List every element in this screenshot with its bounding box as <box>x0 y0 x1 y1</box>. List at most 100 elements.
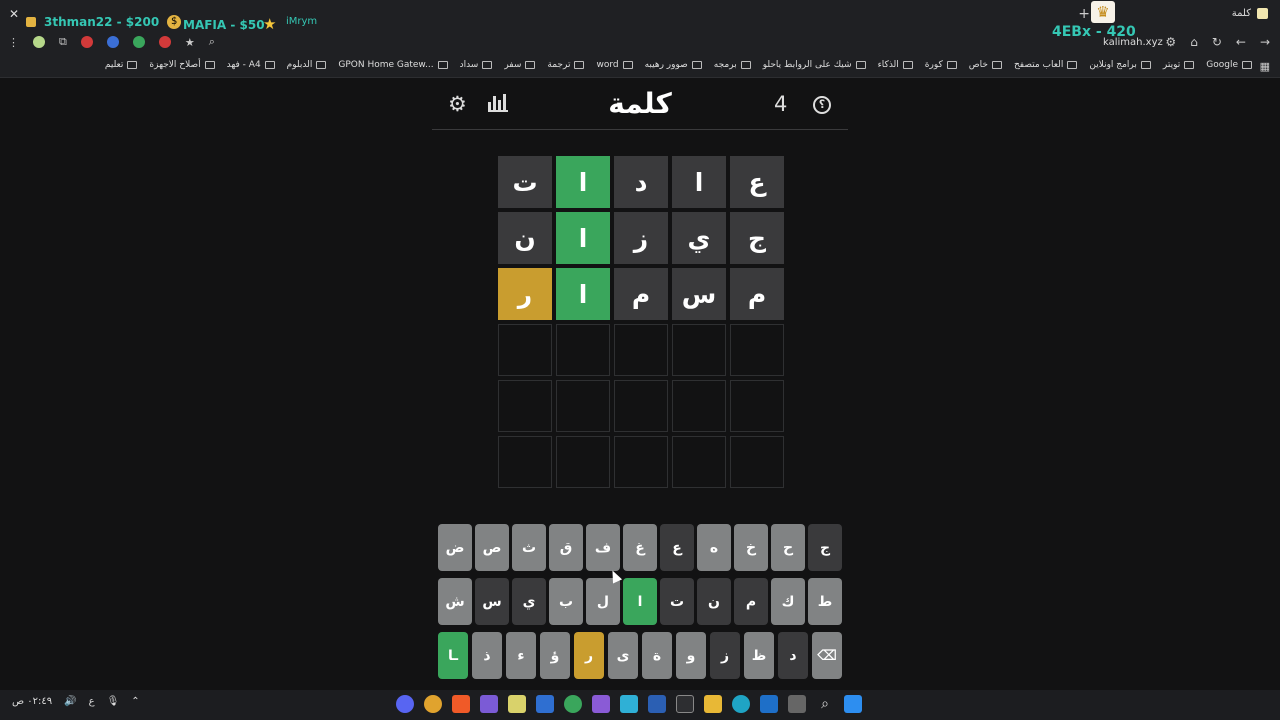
keyboard-key[interactable]: ى <box>608 632 638 679</box>
new-tab-icon[interactable]: + <box>1078 6 1090 22</box>
bookmark-item[interactable]: فهد - A4 <box>227 60 275 70</box>
store-app-icon[interactable] <box>536 695 554 713</box>
keyboard-key[interactable]: ذ <box>472 632 502 679</box>
bookmark-item[interactable]: برمجه <box>714 60 751 70</box>
mic-icon[interactable]: 🎙 <box>107 696 120 707</box>
keyboard-key[interactable]: ء <box>506 632 536 679</box>
keyboard-key[interactable]: ظ <box>744 632 774 679</box>
explorer-app-icon[interactable] <box>704 695 722 713</box>
app-yellow-icon[interactable] <box>508 695 526 713</box>
keyboard-key[interactable]: ه <box>697 524 731 571</box>
keyboard-key[interactable]: ة <box>642 632 672 679</box>
input-lang[interactable]: ع <box>89 696 95 707</box>
bookmark-item[interactable]: أصلاح الاجهزة <box>149 60 215 70</box>
reload-icon[interactable]: ↻ <box>1212 35 1222 49</box>
brave-app-icon[interactable] <box>452 695 470 713</box>
profile-icon[interactable] <box>33 36 45 48</box>
bookmark-item[interactable]: الدبلوم <box>287 60 327 70</box>
keyboard-row: جحخهعغفقثصض <box>438 524 842 571</box>
extension-red-icon[interactable] <box>80 36 93 48</box>
bookmark-item[interactable]: العاب متصفح <box>1014 60 1078 70</box>
keyboard-key[interactable]: ن <box>697 578 731 625</box>
app-green-icon[interactable] <box>564 695 582 713</box>
keyboard-key[interactable]: ص <box>475 524 509 571</box>
bookmark-item[interactable]: كورة <box>925 60 957 70</box>
zoom-icon[interactable]: ⌕ <box>209 35 215 49</box>
keyboard-key[interactable]: ي <box>512 578 546 625</box>
edge-app-icon[interactable] <box>732 695 750 713</box>
clock-text[interactable]: ٠٢:٤٩ ص <box>12 696 52 707</box>
bookmark-item[interactable]: سداد <box>460 60 493 70</box>
volume-icon[interactable]: 🔊 <box>64 696 76 707</box>
site-settings-icon[interactable]: ⚙ <box>1165 35 1176 49</box>
bookmark-item[interactable]: GPON Home Gatew... <box>338 60 448 70</box>
keyboard-key[interactable]: ق <box>549 524 583 571</box>
extensions-icon[interactable]: ⧉ <box>59 35 67 49</box>
keyboard-key[interactable]: ا <box>623 578 657 625</box>
keyboard-key[interactable]: ب <box>549 578 583 625</box>
app-purple-icon[interactable] <box>480 695 498 713</box>
folder-icon <box>437 61 448 69</box>
board-tile <box>498 324 552 376</box>
keyboard-key[interactable]: ش <box>438 578 472 625</box>
bookmark-item[interactable]: شيك على الروابط ياحلو <box>763 60 866 70</box>
backspace-key[interactable]: ⌫ <box>812 632 842 679</box>
extension-blue-icon[interactable] <box>106 36 119 48</box>
windows-start-icon[interactable] <box>844 695 862 713</box>
keyboard-key[interactable]: ث <box>512 524 546 571</box>
bookmark-item[interactable]: تويتر <box>1163 60 1195 70</box>
keyboard-key[interactable]: ح <box>771 524 805 571</box>
app-pen-icon[interactable] <box>592 695 610 713</box>
home-icon[interactable]: ⌂ <box>1190 35 1198 49</box>
keyboard-key[interactable]: ف <box>586 524 620 571</box>
chrome-app-icon[interactable] <box>424 695 442 713</box>
board-tile: ا <box>672 156 726 208</box>
keyboard-key[interactable]: و <box>676 632 706 679</box>
help-icon[interactable]: ؟ <box>813 96 831 114</box>
bookmark-item[interactable]: تعليم <box>105 60 138 70</box>
keyboard-key[interactable]: ر <box>574 632 604 679</box>
outlook-app-icon[interactable] <box>760 695 778 713</box>
notepad-app-icon[interactable] <box>620 695 638 713</box>
back-icon[interactable]: → <box>1260 35 1270 49</box>
keyboard-key[interactable]: ض <box>438 524 472 571</box>
keyboard-key[interactable]: ك <box>771 578 805 625</box>
apps-grid-icon[interactable]: ▦ <box>1260 60 1270 73</box>
discord-app-icon[interactable] <box>396 695 414 713</box>
extension-green-icon[interactable] <box>132 36 145 48</box>
bookmark-item[interactable]: Google <box>1206 60 1252 70</box>
keyboard-key[interactable]: م <box>734 578 768 625</box>
keyboard-key[interactable]: ط <box>808 578 842 625</box>
keyboard-key[interactable]: د <box>778 632 808 679</box>
bookmark-item[interactable]: سفر <box>504 60 536 70</box>
forward-icon[interactable]: ← <box>1236 35 1246 49</box>
search-icon[interactable]: ⌕ <box>816 695 834 713</box>
bookmark-item[interactable]: ترجمة <box>547 60 585 70</box>
keyboard-key[interactable]: ت <box>660 578 694 625</box>
bookmark-item[interactable]: برامج اونلاين <box>1089 60 1151 70</box>
extension-opera-icon[interactable] <box>158 36 171 48</box>
keyboard-key[interactable]: س <box>475 578 509 625</box>
keyboard-key[interactable]: ز <box>710 632 740 679</box>
calculator-app-icon[interactable] <box>676 695 694 713</box>
word-app-icon[interactable] <box>648 695 666 713</box>
board-tile <box>556 324 610 376</box>
close-tab-icon[interactable]: ✕ <box>9 7 19 21</box>
enter-key[interactable]: ـا <box>438 632 468 679</box>
menu-dots-icon[interactable]: ⋮ <box>8 36 19 49</box>
keyboard-key[interactable]: غ <box>623 524 657 571</box>
browser-tab[interactable]: كلمة <box>1232 8 1268 19</box>
keyboard-key[interactable]: خ <box>734 524 768 571</box>
board-tile <box>672 324 726 376</box>
bookmark-item[interactable]: صوور رهيبه <box>645 60 702 70</box>
tray-expand-icon[interactable]: ⌃ <box>131 696 139 707</box>
bookmark-star-icon[interactable]: ★ <box>185 36 195 49</box>
bookmark-item[interactable]: الذكاء <box>878 60 913 70</box>
bookmark-item[interactable]: خاص <box>969 60 1002 70</box>
keyboard-key[interactable]: ؤ <box>540 632 570 679</box>
keyboard-key[interactable]: ج <box>808 524 842 571</box>
keyboard-key[interactable]: ل <box>586 578 620 625</box>
taskview-app-icon[interactable] <box>788 695 806 713</box>
bookmark-item[interactable]: word <box>596 60 633 70</box>
keyboard-key[interactable]: ع <box>660 524 694 571</box>
